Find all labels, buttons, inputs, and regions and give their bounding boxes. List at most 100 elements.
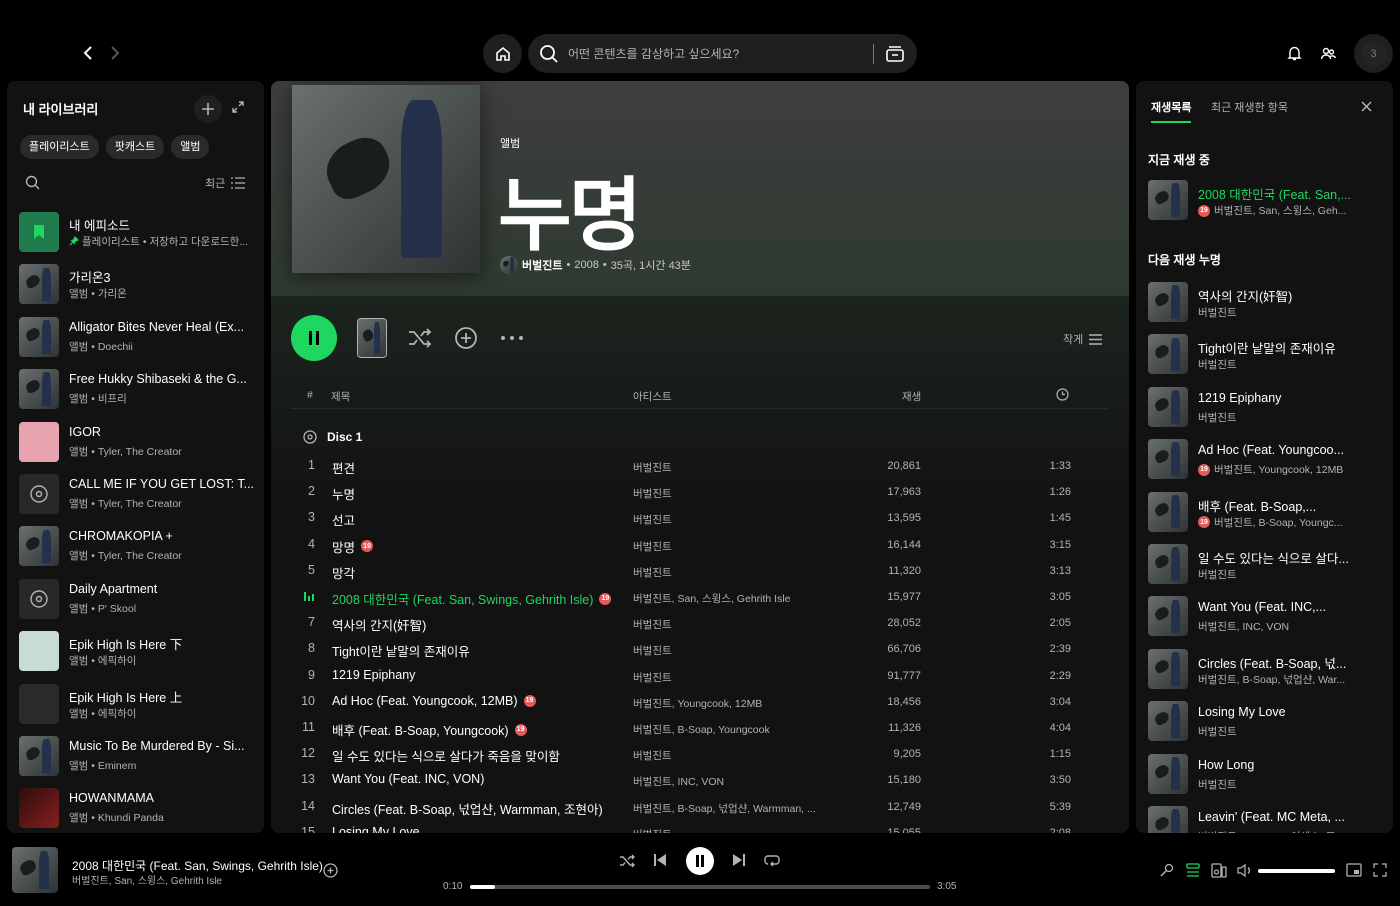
track-artist[interactable]: 버벌진트 (633, 748, 833, 763)
queue-now-item[interactable]: 2008 대한민국 (Feat. San,... 19 버벌진트, San, 스윙… (1148, 180, 1388, 222)
library-item[interactable]: Music To Be Murdered By - Si... 앨범 • Emi… (19, 733, 261, 781)
queue-item[interactable]: Leavin' (Feat. MC Meta, ... 버벌진트, MC Met… (1148, 806, 1388, 833)
more-options-icon[interactable] (500, 335, 524, 341)
artist-link[interactable]: 버벌진트 (522, 257, 562, 273)
track-row[interactable]: 3 선고 버벌진트 13,595 1:45 (291, 505, 1108, 531)
close-icon[interactable] (1360, 100, 1373, 113)
queue-item[interactable]: Tight이란 낱말의 존재이유 버벌진트 (1148, 334, 1388, 376)
search-bar[interactable] (528, 34, 917, 73)
track-row[interactable]: 15 Losing My Love 버벌진트 15,055 2:08 (291, 820, 1108, 833)
track-artist[interactable]: 버벌진트, Youngcook, 12MB (633, 696, 833, 711)
track-artist[interactable]: 버벌진트, San, 스윙스, Gehrith Isle (633, 591, 833, 606)
lyrics-icon[interactable] (1159, 863, 1174, 878)
track-artist[interactable]: 버벌진트 (633, 539, 833, 554)
next-icon[interactable] (732, 853, 746, 867)
bell-icon[interactable] (1286, 45, 1303, 62)
queue-item[interactable]: Losing My Love 버벌진트 (1148, 701, 1388, 743)
library-item[interactable]: Alligator Bites Never Heal (Ex... 앨범 • D… (19, 314, 261, 362)
library-item-cover (19, 474, 59, 514)
track-row[interactable]: 12 일 수도 있다는 식으로 살다가 죽음을 맞이함 버벌진트 9,205 1:… (291, 741, 1108, 767)
track-artist[interactable]: 버벌진트, INC, VON (633, 774, 833, 789)
track-artist[interactable]: 버벌진트, B-Soap, 넋업샨, Warmman, ... (633, 801, 833, 816)
chip-podcasts[interactable]: 팟캐스트 (105, 135, 165, 159)
library-item-cover (19, 316, 59, 357)
track-artist[interactable]: 버벌진트 (633, 617, 833, 632)
library-item[interactable]: IGOR 앨범 • Tyler, The Creator (19, 419, 261, 467)
add-circle-icon[interactable] (454, 326, 478, 350)
tab-queue[interactable]: 재생목록 (1151, 99, 1192, 123)
track-artist[interactable]: 버벌진트 (633, 460, 833, 475)
home-button[interactable] (483, 34, 522, 73)
volume-icon[interactable] (1237, 863, 1253, 878)
shuffle-icon[interactable] (619, 853, 635, 869)
track-row[interactable]: 9 1219 Epiphany 버벌진트 91,777 2:29 (291, 663, 1108, 689)
queue-item[interactable]: 배후 (Feat. B-Soap,... 19 버벌진트, B-Soap, You… (1148, 491, 1388, 534)
miniplayer-icon[interactable] (1346, 863, 1362, 877)
shuffle-icon[interactable] (407, 326, 433, 350)
track-row[interactable]: 11 배후 (Feat. B-Soap, Youngcook) 19 버벌진트, B… (291, 715, 1108, 741)
repeat-icon[interactable] (764, 853, 780, 869)
forward-arrow-icon[interactable] (105, 43, 125, 63)
expand-icon[interactable] (231, 100, 245, 114)
add-to-library-icon[interactable] (323, 863, 338, 878)
create-button[interactable] (194, 95, 222, 123)
chip-albums[interactable]: 앨범 (171, 135, 210, 159)
track-artist[interactable]: 버벌진트 (633, 486, 833, 501)
progress-bar[interactable] (470, 885, 930, 889)
library-search-icon[interactable] (25, 175, 40, 190)
track-row[interactable]: 8 Tight이란 낱말의 존재이유 버벌진트 66,706 2:39 (291, 636, 1108, 662)
queue-item[interactable]: 1219 Epiphany 버벌진트 (1148, 386, 1388, 429)
queue-item[interactable]: Want You (Feat. INC,... 버벌진트, INC, VON (1148, 596, 1388, 638)
queue-item[interactable]: How Long 버벌진트 (1148, 753, 1388, 796)
tab-recent[interactable]: 최근 재생한 항목 (1211, 99, 1288, 115)
library-item[interactable]: Daily Apartment 앨범 • P' Skool (19, 576, 261, 624)
play-pause-button[interactable] (686, 847, 714, 875)
now-playing-artist[interactable]: 버벌진트, San, 스윙스, Gehrith Isle (72, 872, 222, 887)
library-item[interactable]: CHROMAKOPIA + 앨범 • Tyler, The Creator (19, 523, 261, 571)
track-artist[interactable]: 버벌진트 (633, 565, 833, 580)
queue-title: Circles (Feat. B-Soap, 넋... (1198, 656, 1347, 671)
previous-icon[interactable] (653, 853, 667, 867)
track-row[interactable]: 4 망명 19 버벌진트 16,144 3:15 (291, 532, 1108, 558)
queue-item[interactable]: Ad Hoc (Feat. Youngcoo... 19 버벌진트, Youngc… (1148, 439, 1388, 481)
track-row[interactable]: 10 Ad Hoc (Feat. Youngcook, 12MB) 19 버벌진트,… (291, 689, 1108, 715)
track-row[interactable]: 2 누명 버벌진트 17,963 1:26 (291, 479, 1108, 505)
track-row[interactable]: 1 편견 버벌진트 20,861 1:33 (291, 453, 1108, 479)
user-avatar[interactable]: 3 (1354, 34, 1393, 73)
connect-device-icon[interactable] (1211, 863, 1227, 878)
track-row[interactable]: 13 Want You (Feat. INC, VON) 버벌진트, INC, V… (291, 767, 1108, 793)
track-row[interactable]: 14 Circles (Feat. B-Soap, 넋업샨, Warmman, 조… (291, 794, 1108, 820)
volume-slider[interactable] (1258, 869, 1335, 873)
track-row[interactable]: 2008 대한민국 (Feat. San, Swings, Gehrith Is… (291, 584, 1108, 610)
track-row[interactable]: 5 망각 버벌진트 11,320 3:13 (291, 558, 1108, 584)
library-item[interactable]: 내 에피소드 플레이리스트 • 저장하고 다운로드한... (19, 209, 261, 257)
track-artist[interactable]: 버벌진트 (633, 670, 833, 685)
friends-icon[interactable] (1320, 45, 1337, 62)
now-playing-cover[interactable] (12, 847, 58, 893)
library-item[interactable]: Epik High Is Here 下 앨범 • 에픽하이 (19, 628, 261, 676)
view-selector[interactable]: 작게 (1063, 331, 1103, 347)
track-artist[interactable]: 버벌진트, B-Soap, Youngcook (633, 722, 833, 737)
pause-button[interactable] (291, 315, 337, 361)
library-item[interactable]: CALL ME IF YOU GET LOST: T... 앨범 • Tyler… (19, 471, 261, 519)
track-duration: 2:39 (1049, 643, 1071, 656)
sort-button[interactable]: 최근 (205, 175, 246, 191)
library-item[interactable]: Free Hukky Shibaseki & the G... 앨범 • 비프리 (19, 366, 261, 414)
queue-item[interactable]: Circles (Feat. B-Soap, 넋... 버벌진트, B-Soap… (1148, 648, 1388, 691)
track-artist[interactable]: 버벌진트 (633, 512, 833, 527)
preview-cover-button[interactable] (357, 318, 387, 358)
search-input[interactable] (568, 34, 868, 73)
queue-item[interactable]: 역사의 간지(奸智) 버벌진트 (1148, 282, 1388, 324)
back-arrow-icon[interactable] (78, 43, 98, 63)
queue-item[interactable]: 일 수도 있다는 식으로 살다... 버벌진트 (1148, 544, 1388, 586)
track-artist[interactable]: 버벌진트 (633, 827, 833, 833)
library-item-cover (19, 369, 59, 410)
library-item[interactable]: 가리온3 앨범 • 가리온 (19, 261, 261, 309)
fullscreen-icon[interactable] (1373, 863, 1387, 877)
library-item[interactable]: Epik High Is Here 上 앨범 • 에픽하이 (19, 681, 261, 729)
track-artist[interactable]: 버벌진트 (633, 643, 833, 658)
chip-playlists[interactable]: 플레이리스트 (20, 135, 99, 159)
library-item[interactable]: HOWANMAMA 앨범 • Khundi Panda (19, 785, 261, 833)
queue-icon[interactable] (1186, 863, 1200, 879)
track-row[interactable]: 7 역사의 간지(奸智) 버벌진트 28,052 2:05 (291, 610, 1108, 636)
